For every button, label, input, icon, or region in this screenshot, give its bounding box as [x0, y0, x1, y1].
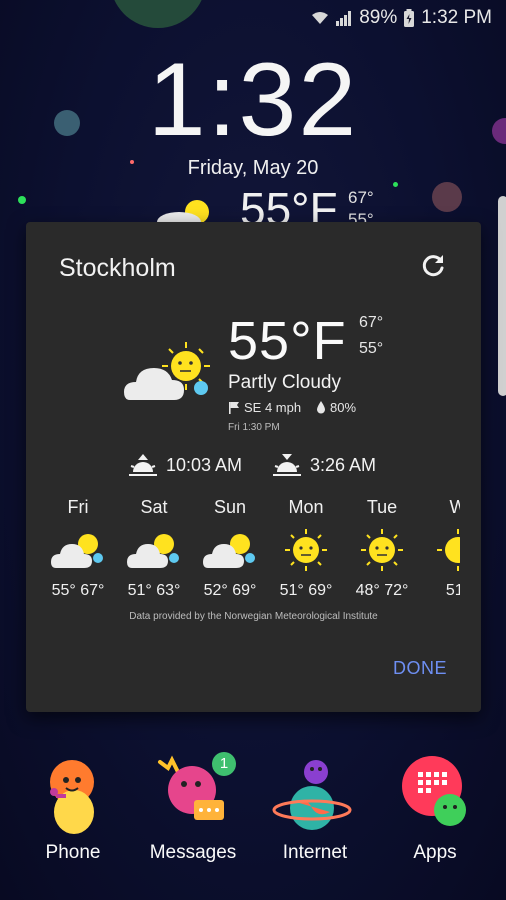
humidity-info: 80% [316, 400, 356, 415]
sunrise-info: 10:03 AM [128, 452, 242, 478]
wind-value: SE 4 mph [244, 400, 302, 415]
current-condition: Partly Cloudy [228, 372, 341, 393]
city-name: Stockholm [59, 254, 176, 282]
forecast-day-name: Mon [288, 497, 324, 517]
partly-cloudy-icon [127, 534, 179, 568]
data-provider-note: Data provided by the Norwegian Meteorolo… [129, 611, 378, 622]
droplet-icon [317, 401, 325, 414]
status-bar: 89% 1:32 PM [311, 0, 506, 36]
forecast-day: Sat 51° 63° [116, 494, 192, 600]
forecast-temps: 48° 72° [355, 582, 409, 599]
done-button[interactable]: DONE [393, 658, 447, 679]
internet-app-icon [272, 760, 352, 830]
lockscreen-date: Friday, May 20 [187, 157, 319, 179]
humidity-value: 80% [330, 400, 357, 415]
status-time: 1:32 PM [421, 7, 492, 28]
star-decoration [393, 182, 398, 187]
lockscreen-weather-high: 67° [348, 188, 374, 207]
planet-decoration [432, 182, 462, 212]
partly-cloudy-icon [203, 534, 255, 568]
forecast-day-name: Fri [67, 497, 89, 517]
sunset-time: 3:26 AM [310, 454, 377, 475]
star-decoration [18, 196, 26, 204]
forecast-temps: 51° 63° [127, 582, 181, 599]
unread-badge: 1 [212, 752, 236, 776]
forecast-temps: 55° 67° [51, 582, 105, 599]
forecast-day: Sun 52° 69° [192, 494, 268, 600]
dock-label: Messages [149, 842, 237, 863]
forecast-day: Fri 55° 67° [40, 494, 116, 600]
sunny-icon [437, 529, 460, 571]
forecast-day: Tue 48° 72° [344, 494, 420, 600]
edge-panel-handle[interactable] [498, 196, 506, 396]
current-low: 55° [359, 340, 384, 357]
battery-icon [404, 9, 415, 27]
refresh-icon[interactable] [419, 252, 447, 280]
dock-label: Internet [282, 842, 348, 863]
forecast-day-name: Sun [213, 497, 247, 517]
signal-icon [336, 11, 352, 26]
sunrise-time: 10:03 AM [166, 454, 243, 475]
forecast-temps: 52° 69° [203, 582, 257, 599]
lockscreen-clock: 1:32 [147, 42, 359, 158]
forecast-day-name: Sat [140, 497, 168, 517]
partly-cloudy-icon [124, 342, 210, 400]
sunny-icon [285, 529, 327, 571]
planet-decoration [110, 0, 206, 28]
forecast-day: W 51° [420, 494, 460, 600]
apps-grid-icon [402, 756, 466, 826]
forecast-temps: 51° 69° [279, 582, 333, 599]
current-temperature: 55°F [228, 311, 347, 371]
sunny-icon [361, 529, 403, 571]
sunrise-icon [129, 454, 157, 476]
weather-dialog: Stockholm 55°F 67° 55° Partly Cloudy SE … [26, 222, 481, 712]
partly-cloudy-icon [51, 534, 103, 568]
forecast-day-name: Tue [366, 497, 398, 517]
wifi-icon [312, 12, 329, 24]
dock-label: Apps [413, 842, 457, 863]
forecast-day: Mon 51° 69° [268, 494, 344, 600]
battery-percent: 89% [359, 7, 398, 28]
dock-label: Phone [45, 842, 101, 863]
forecast-strip[interactable]: Fri 55° 67° Sat 51° 63° Sun 52° 69° Mon … [40, 494, 460, 604]
sunset-icon [273, 454, 301, 476]
forecast-day-name: W [449, 497, 461, 517]
sunset-info: 3:26 AM [272, 452, 376, 478]
forecast-temps: 51° [445, 582, 460, 599]
wind-info: SE 4 mph [228, 400, 301, 415]
current-high: 67° [359, 314, 384, 331]
updated-time: Fri 1:30 PM [228, 422, 280, 433]
phone-app-icon [50, 760, 94, 834]
flag-icon [229, 402, 239, 414]
partly-cloudy-icon [157, 200, 209, 224]
